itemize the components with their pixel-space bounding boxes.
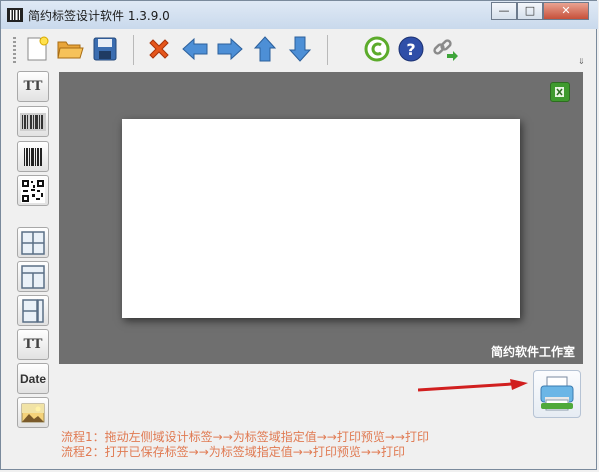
barcode-1d-tool[interactable] xyxy=(17,106,49,137)
barcode-icon xyxy=(20,112,46,131)
barcode-vertical-icon xyxy=(24,147,42,166)
excel-icon[interactable] xyxy=(550,82,570,102)
copyright-icon xyxy=(364,36,390,62)
design-canvas[interactable]: 简约软件工作室 xyxy=(59,72,583,364)
excel-glyph-icon xyxy=(555,87,564,97)
move-left-button[interactable] xyxy=(180,33,210,65)
delete-button[interactable] xyxy=(144,33,174,65)
column-layout-tool[interactable] xyxy=(17,295,49,326)
title-bar: 简约标签设计软件 1.3.9.0 — □ ✕ xyxy=(1,1,598,29)
table-split-tool[interactable] xyxy=(17,261,49,292)
qr-code-icon xyxy=(21,178,45,203)
app-logo-icon xyxy=(7,8,23,22)
grid-icon xyxy=(21,230,45,255)
new-button[interactable] xyxy=(22,33,52,65)
workflow-line-2: 流程2：打开已保存标签→→为标签域指定值→→打印预览→→打印 xyxy=(61,445,405,459)
image-tool[interactable] xyxy=(17,397,49,428)
arrow-right-icon xyxy=(217,37,243,61)
open-button[interactable] xyxy=(55,33,85,65)
date-tool[interactable]: Date xyxy=(17,363,49,394)
printer-icon xyxy=(540,376,574,411)
move-up-button[interactable] xyxy=(250,33,280,65)
minimize-button[interactable]: — xyxy=(491,2,517,20)
move-down-button[interactable] xyxy=(285,33,315,65)
column-layout-icon xyxy=(22,298,44,323)
arrow-left-icon xyxy=(182,37,208,61)
qr-code-tool[interactable] xyxy=(17,175,49,206)
save-button[interactable] xyxy=(90,33,120,65)
red-arrow-icon xyxy=(418,379,528,392)
toolbar-overflow-icon[interactable]: ⇓ xyxy=(578,57,588,67)
print-button[interactable] xyxy=(533,370,581,418)
label-text-tool-label: TT xyxy=(23,337,43,352)
close-button[interactable]: ✕ xyxy=(543,2,589,20)
svg-text:?: ? xyxy=(406,40,415,59)
barcode-2d-tool[interactable] xyxy=(17,141,49,172)
table-icon xyxy=(21,264,45,289)
main-toolbar: ? xyxy=(10,33,588,67)
window-title: 简约标签设计软件 1.3.9.0 xyxy=(28,9,170,23)
help-icon: ? xyxy=(398,36,424,62)
text-field-tool[interactable]: TT xyxy=(17,71,49,102)
new-file-icon xyxy=(27,36,49,61)
arrow-down-icon xyxy=(288,36,312,62)
open-folder-icon xyxy=(57,41,84,59)
link-icon xyxy=(433,39,458,61)
maximize-button[interactable]: □ xyxy=(517,2,543,20)
save-icon xyxy=(93,37,117,61)
label-page[interactable] xyxy=(122,119,520,318)
move-right-button[interactable] xyxy=(215,33,245,65)
arrow-up-icon xyxy=(253,36,277,62)
toolbar-separator xyxy=(133,35,134,65)
delete-icon xyxy=(149,39,169,59)
copyright-button[interactable] xyxy=(362,33,392,65)
studio-watermark: 简约软件工作室 xyxy=(490,345,575,359)
toolbar-separator xyxy=(327,35,328,65)
help-button[interactable]: ? xyxy=(396,33,426,65)
app-window: 简约标签设计软件 1.3.9.0 — □ ✕ ? ⇓ TT TT Date 简约… xyxy=(0,0,598,470)
link-button[interactable] xyxy=(430,33,460,65)
image-icon xyxy=(21,403,45,422)
table-grid-tool[interactable] xyxy=(17,227,49,258)
toolbar-grip[interactable] xyxy=(13,37,16,63)
label-text-tool[interactable]: TT xyxy=(17,329,49,360)
date-tool-label: Date xyxy=(19,371,46,386)
text-tool-label: TT xyxy=(23,79,43,94)
